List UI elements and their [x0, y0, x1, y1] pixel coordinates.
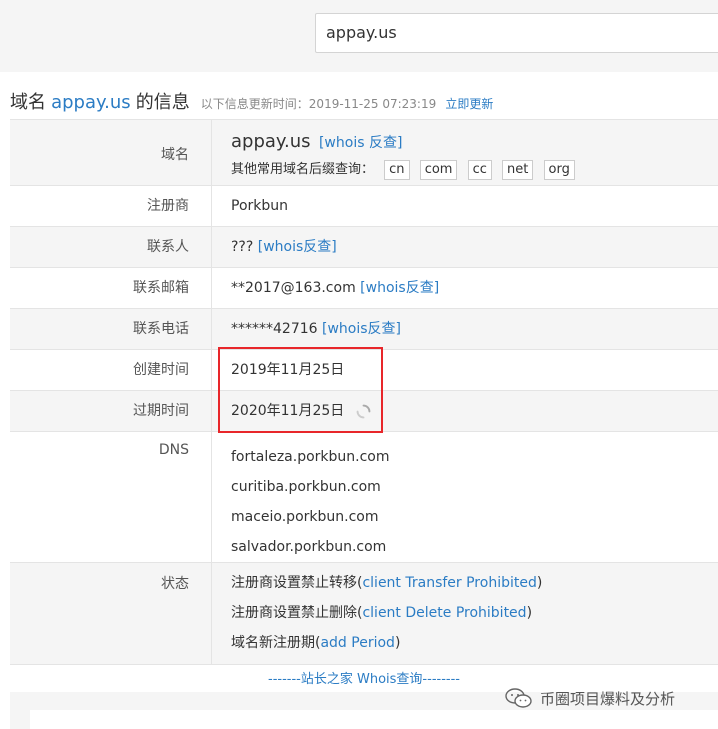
row-label: 联系电话	[10, 309, 212, 349]
suffix-query-label: 其他常用域名后缀查询：	[231, 162, 375, 177]
watermark: 币圈项目爆料及分析	[504, 684, 675, 712]
watermark-text: 币圈项目爆料及分析	[540, 689, 676, 708]
phone-whois-link[interactable]: [whois反查]	[322, 321, 401, 337]
row-label: 创建时间	[10, 350, 212, 390]
row-domain: 域名 appay.us [whois 反查] 其他常用域名后缀查询： cn co…	[10, 120, 718, 186]
dns-server: salvador.porkbun.com	[231, 539, 387, 555]
created-date-value: 2019年11月25日	[231, 362, 345, 378]
row-label: 状态	[10, 563, 212, 664]
contact-value: ???	[231, 239, 254, 255]
page-title: 域名 appay.us 的信息 以下信息更新时间：2019-11-25 07:2…	[10, 88, 493, 114]
refresh-now-link[interactable]: 立即更新	[445, 97, 493, 111]
row-label: 注册商	[10, 186, 212, 226]
row-status: 状态 注册商设置禁止转移(client Transfer Prohibited)…	[10, 563, 718, 665]
row-dns: DNS fortaleza.porkbun.com curitiba.porkb…	[10, 432, 718, 563]
title-domain: appay.us	[51, 92, 131, 113]
suffix-net-button[interactable]: net	[502, 160, 534, 180]
row-contact: 联系人 ??? [whois反查]	[10, 227, 718, 268]
dns-server: curitiba.porkbun.com	[231, 479, 381, 495]
contact-whois-link[interactable]: [whois反查]	[258, 239, 337, 255]
status-code-link[interactable]: client Delete Prohibited	[362, 605, 526, 621]
registrar-value: Porkbun	[231, 198, 289, 214]
row-label: 联系邮箱	[10, 268, 212, 308]
status-item: 注册商设置禁止转移(client Transfer Prohibited)	[231, 575, 543, 591]
email-whois-link[interactable]: [whois反查]	[360, 280, 439, 296]
whois-reverse-link[interactable]: [whois 反查]	[319, 135, 402, 151]
top-bar: appay.us	[0, 0, 718, 72]
row-label: DNS	[10, 432, 212, 562]
row-email: 联系邮箱 **2017@163.com [whois反查]	[10, 268, 718, 309]
domain-name-value: appay.us	[231, 131, 311, 152]
row-label: 联系人	[10, 227, 212, 267]
update-time-note: 以下信息更新时间：2019-11-25 07:23:19	[200, 97, 437, 111]
whois-info-table: 域名 appay.us [whois 反查] 其他常用域名后缀查询： cn co…	[10, 119, 718, 696]
suffix-cc-button[interactable]: cc	[467, 160, 492, 180]
dns-server: fortaleza.porkbun.com	[231, 449, 390, 465]
phone-value: ******42716	[231, 321, 318, 337]
suffix-com-button[interactable]: com	[419, 160, 458, 180]
suffix-org-button[interactable]: org	[543, 160, 575, 180]
dns-server: maceio.porkbun.com	[231, 509, 379, 525]
title-prefix: 域名	[10, 92, 46, 113]
bottom-inner-box	[30, 710, 718, 729]
expiry-date-value: 2020年11月25日	[231, 403, 345, 419]
status-item: 域名新注册期(add Period)	[231, 635, 401, 651]
domain-search-input[interactable]: appay.us	[315, 13, 718, 53]
status-item: 注册商设置禁止删除(client Delete Prohibited)	[231, 605, 533, 621]
wechat-icon	[505, 688, 532, 708]
suffix-cn-button[interactable]: cn	[384, 160, 410, 180]
row-registrar: 注册商 Porkbun	[10, 186, 718, 227]
email-value: **2017@163.com	[231, 280, 356, 296]
row-label: 域名	[10, 120, 212, 185]
status-code-link[interactable]: client Transfer Prohibited	[362, 575, 536, 591]
row-expires: 过期时间 2020年11月25日	[10, 391, 718, 432]
row-created: 创建时间 2019年11月25日	[10, 350, 718, 391]
status-code-link[interactable]: add Period	[320, 635, 394, 651]
row-phone: 联系电话 ******42716 [whois反查]	[10, 309, 718, 350]
row-label: 过期时间	[10, 391, 212, 431]
refresh-icon[interactable]	[355, 403, 372, 420]
title-suffix: 的信息	[135, 92, 190, 113]
